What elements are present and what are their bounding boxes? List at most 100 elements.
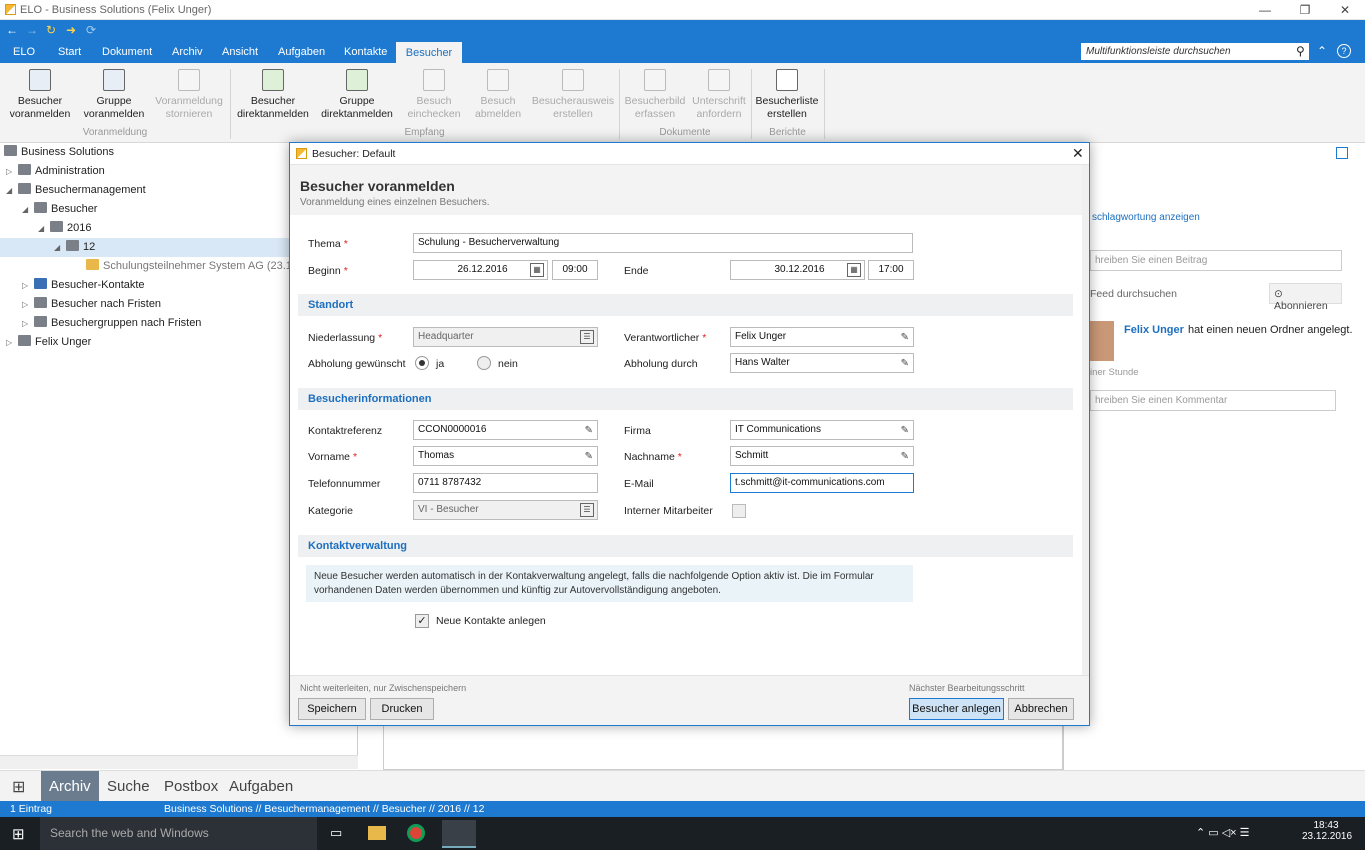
nav-suche[interactable]: Suche (107, 778, 150, 795)
tree-item-besucher-kontakte[interactable]: ▷ Besucher-Kontakte (22, 276, 145, 295)
feed-search[interactable]: Feed durchsuchen (1090, 288, 1177, 300)
goto-icon[interactable]: ➜ (66, 23, 76, 37)
vorname-input[interactable]: Thomas ✎ (413, 446, 598, 466)
gruppe-direktanmelden-button[interactable]: Gruppe direktanmelden (320, 69, 394, 121)
print-button[interactable]: Drucken (370, 698, 434, 720)
besucher-direktanmelden-button[interactable]: Besucher direktanmelden (236, 69, 310, 121)
edit-pencil-icon[interactable]: ✎ (585, 448, 593, 466)
tree-item-visitor-entry[interactable]: Schulungsteilnehmer System AG (23.12.2 (86, 257, 307, 276)
tree-item-felix-unger[interactable]: ▷ Felix Unger (6, 333, 91, 352)
neue-kontakte-checkbox[interactable]: ✓ (415, 614, 429, 628)
tab-kontakte[interactable]: Kontakte (338, 42, 393, 63)
voranmeldung-stornieren-button[interactable]: Voranmeldung stornieren (153, 69, 225, 121)
post-input[interactable]: hreiben Sie einen Beitrag (1090, 250, 1342, 271)
clock[interactable]: 18:43 23.12.2016 (1302, 820, 1352, 842)
comment-input[interactable]: hreiben Sie einen Kommentar (1090, 390, 1336, 411)
help-icon[interactable]: ? (1337, 44, 1351, 58)
panel-toggle-icon[interactable] (1336, 147, 1348, 159)
beginn-time-input[interactable]: 09:00 (552, 260, 598, 280)
sync-icon[interactable]: ⟳ (86, 23, 96, 37)
windows-start-icon[interactable]: ⊞ (12, 825, 25, 843)
tab-start[interactable]: Start (52, 42, 87, 63)
chrome-icon[interactable] (407, 824, 425, 842)
ende-time-input[interactable]: 17:00 (868, 260, 914, 280)
edit-pencil-icon[interactable]: ✎ (901, 355, 909, 373)
edit-pencil-icon[interactable]: ✎ (901, 448, 909, 466)
radio-nein[interactable] (477, 356, 491, 370)
tree-root[interactable]: Business Solutions (4, 143, 114, 162)
minimize-button[interactable]: — (1245, 0, 1285, 20)
tab-aufgaben[interactable]: Aufgaben (272, 42, 331, 63)
subscribe-button[interactable]: ⊙ Abonnieren (1269, 283, 1342, 312)
telefon-input[interactable]: 0711 8787432 (413, 473, 598, 493)
task-view-icon[interactable]: ▭ (330, 825, 342, 841)
cancel-button[interactable]: Abbrechen (1008, 698, 1074, 720)
gruppe-voranmelden-button[interactable]: Gruppe voranmelden (80, 69, 148, 121)
ende-date-input[interactable]: 30.12.2016 ▦ (730, 260, 865, 280)
tree-item-2016[interactable]: ◢ 2016 (38, 219, 91, 238)
refresh-icon[interactable]: ↻ (46, 23, 56, 37)
explorer-icon[interactable] (368, 826, 386, 840)
tab-archiv[interactable]: Archiv (166, 42, 209, 63)
unterschrift-anfordern-button[interactable]: Unterschrift anfordern (690, 69, 748, 121)
ribbon-search-input[interactable]: Multifunktionsleiste durchsuchen (1081, 43, 1309, 60)
taskbar-search[interactable]: Search the web and Windows (40, 817, 317, 850)
nachname-input[interactable]: Schmitt ✎ (730, 446, 914, 466)
tree-item-besuchergruppen[interactable]: ▷ Besuchergruppen nach Fristen (22, 314, 201, 333)
kategorie-select[interactable]: VI - Besucher ☰ (413, 500, 598, 520)
thema-input[interactable]: Schulung - Besucherverwaltung (413, 233, 913, 253)
maximize-button[interactable]: ❐ (1285, 0, 1325, 20)
calendar-icon[interactable]: ▦ (847, 263, 861, 277)
edit-pencil-icon[interactable]: ✎ (901, 329, 909, 347)
tree-item-besuchermanagement[interactable]: ◢ Besuchermanagement (6, 181, 146, 200)
tab-dokument[interactable]: Dokument (96, 42, 158, 63)
tab-ansicht[interactable]: Ansicht (216, 42, 264, 63)
besuch-einchecken-button[interactable]: Besuch einchecken (404, 69, 464, 121)
calendar-icon[interactable]: ▦ (530, 263, 544, 277)
search-icon[interactable]: ⚲ (1296, 44, 1305, 58)
radio-ja[interactable] (415, 356, 429, 370)
email-input[interactable]: t.schmitt@it-communications.com (730, 473, 914, 493)
collapse-ribbon-icon[interactable]: ⌃ (1317, 44, 1327, 58)
tab-besucher[interactable]: Besucher (396, 42, 462, 63)
edit-pencil-icon[interactable]: ✎ (901, 422, 909, 440)
tray-icons[interactable]: ⌃ ▭ ◁× ☰ (1196, 826, 1250, 839)
besucherausweis-erstellen-button[interactable]: Besucherausweis erstellen (530, 69, 616, 121)
tree-horizontal-scrollbar[interactable] (0, 755, 358, 769)
edit-pencil-icon[interactable]: ✎ (585, 422, 593, 440)
save-button[interactable]: Speichern (298, 698, 366, 720)
feed-user[interactable]: Felix Unger (1124, 324, 1184, 336)
abholung-durch-input[interactable]: Hans Walter ✎ (730, 353, 914, 373)
besuch-abmelden-button[interactable]: Besuch abmelden (470, 69, 526, 121)
back-arrow-icon[interactable]: ← (6, 23, 18, 37)
besucher-voranmelden-button[interactable]: Besucher voranmelden (8, 69, 72, 121)
forward-arrow-icon[interactable]: → (26, 23, 38, 37)
close-window-button[interactable]: ✕ (1325, 0, 1365, 20)
app-grid-icon[interactable]: ⊞ (12, 777, 25, 797)
firma-input[interactable]: IT Communications ✎ (730, 420, 914, 440)
tree-item-besucher-nach-fristen[interactable]: ▷ Besucher nach Fristen (22, 295, 161, 314)
nav-aufgaben[interactable]: Aufgaben (229, 778, 293, 795)
keywording-link[interactable]: schlagwortung anzeigen (1092, 212, 1200, 223)
intern-checkbox[interactable] (732, 504, 746, 518)
close-icon[interactable]: ✕ (1072, 145, 1084, 162)
tree-label: Felix Unger (35, 336, 92, 348)
dialog-scrollbar[interactable] (1082, 165, 1089, 675)
verantwortlicher-input[interactable]: Felix Unger ✎ (730, 327, 914, 347)
tree-label: Besucher nach Fristen (51, 298, 162, 310)
beginn-date-input[interactable]: 26.12.2016 ▦ (413, 260, 548, 280)
niederlassung-select[interactable]: Headquarter ☰ (413, 327, 598, 347)
nav-postbox[interactable]: Postbox (164, 778, 218, 795)
tree-item-administration[interactable]: ▷ Administration (6, 162, 105, 181)
besucherbild-erfassen-button[interactable]: Besucherbild erfassen (623, 69, 687, 121)
nav-archiv[interactable]: Archiv (41, 771, 99, 802)
list-icon[interactable]: ☰ (580, 330, 594, 344)
tab-elo[interactable]: ELO (7, 42, 41, 63)
ribbon-label: Besuch (480, 95, 516, 107)
kontaktreferenz-input[interactable]: CCON0000016 ✎ (413, 420, 598, 440)
elo-taskbar-icon[interactable] (442, 820, 476, 848)
list-icon[interactable]: ☰ (580, 503, 594, 517)
tree-item-besucher[interactable]: ◢ Besucher (22, 200, 97, 219)
besucherliste-erstellen-button[interactable]: Besucherliste erstellen (754, 69, 820, 121)
create-visitor-button[interactable]: Besucher anlegen (909, 698, 1004, 720)
